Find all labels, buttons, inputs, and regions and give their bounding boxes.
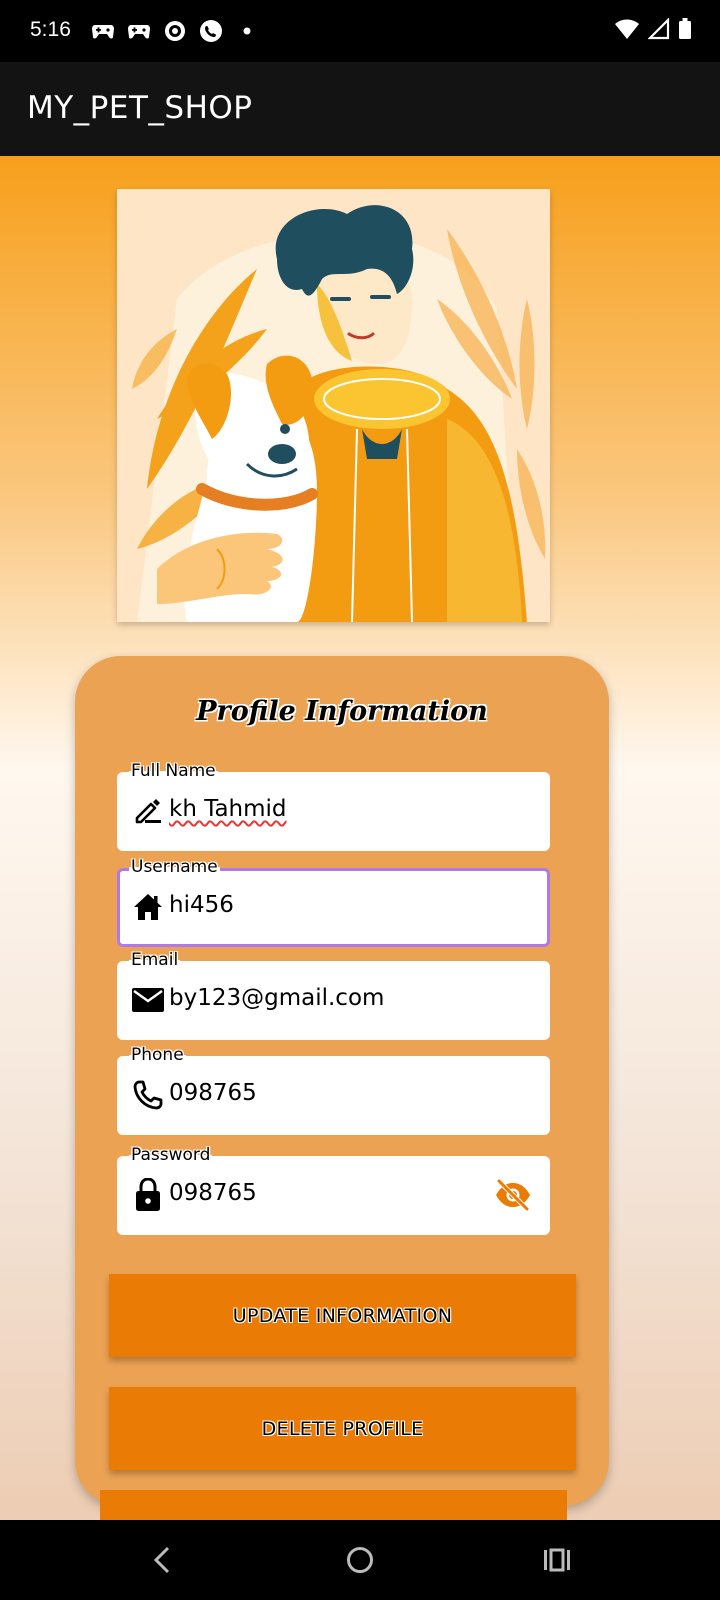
- chat-app-icon: [162, 18, 188, 44]
- phone-input[interactable]: 098765: [169, 1080, 257, 1106]
- app-title: MY_PET_SHOP: [27, 90, 253, 126]
- edit-icon: [131, 794, 165, 828]
- phone-field[interactable]: Phone 098765: [117, 1045, 550, 1135]
- password-label: Password: [129, 1145, 213, 1165]
- system-navigation-bar: [0, 1520, 720, 1600]
- partial-button-offscreen[interactable]: [100, 1490, 567, 1520]
- home-icon: [131, 890, 165, 924]
- app-bar: MY_PET_SHOP: [0, 62, 720, 156]
- profile-card-title: Profile Information: [196, 696, 488, 727]
- profile-illustration: [117, 189, 550, 622]
- game-controller-icon: [90, 18, 116, 44]
- visibility-off-icon[interactable]: [494, 1178, 532, 1212]
- back-icon[interactable]: [142, 1542, 182, 1578]
- phone-icon: [131, 1078, 165, 1112]
- delete-profile-button[interactable]: DELETE PROFILE: [109, 1387, 576, 1470]
- email-label: Email: [129, 950, 181, 970]
- notification-icons: [90, 18, 260, 44]
- phone-label: Phone: [129, 1045, 186, 1065]
- status-time: 5:16: [30, 18, 71, 41]
- username-label: Username: [129, 857, 220, 877]
- more-notifications-dot: [234, 18, 260, 44]
- full-name-label: Full Name: [129, 761, 218, 781]
- profile-screen: Profile Information Full Name kh Tahmid …: [0, 156, 720, 1520]
- mail-icon: [131, 983, 165, 1017]
- lock-icon: [131, 1178, 165, 1212]
- wifi-icon: [614, 18, 640, 44]
- email-input[interactable]: by123@gmail.com: [169, 985, 384, 1011]
- cellular-signal-icon: [647, 17, 670, 44]
- home-circle-icon[interactable]: [340, 1542, 380, 1578]
- password-input[interactable]: 098765: [169, 1180, 257, 1206]
- whatsapp-icon: [198, 18, 224, 44]
- recents-icon[interactable]: [537, 1542, 577, 1578]
- profile-card: Profile Information Full Name kh Tahmid …: [75, 656, 609, 1506]
- username-input[interactable]: hi456: [169, 892, 234, 918]
- system-status-icons: [614, 17, 692, 44]
- full-name-input[interactable]: kh Tahmid: [169, 796, 287, 822]
- update-information-button[interactable]: UPDATE INFORMATION: [109, 1274, 576, 1357]
- status-bar: 5:16: [0, 0, 720, 62]
- game-controller-icon: [126, 18, 152, 44]
- username-field[interactable]: Username hi456: [117, 857, 550, 947]
- battery-icon: [678, 18, 692, 44]
- password-field[interactable]: Password 098765: [117, 1145, 550, 1235]
- email-field[interactable]: Email by123@gmail.com: [117, 950, 550, 1040]
- full-name-field[interactable]: Full Name kh Tahmid: [117, 761, 550, 851]
